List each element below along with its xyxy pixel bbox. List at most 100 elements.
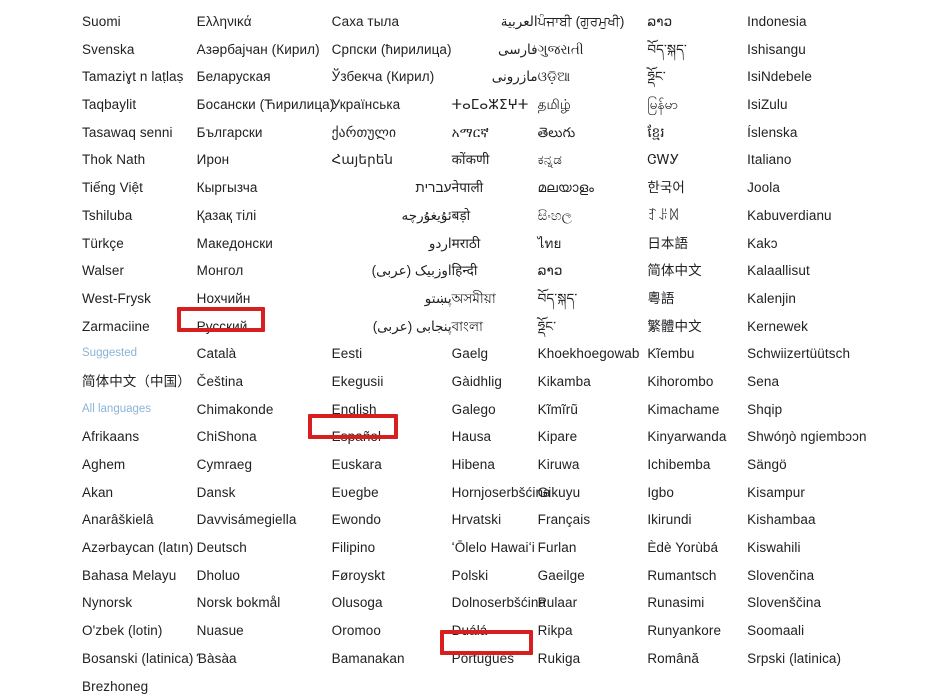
language-option[interactable]: Ɓàsàa (197, 645, 237, 673)
language-option[interactable]: Ўзбекча (Кирил) (332, 63, 435, 91)
language-option[interactable]: བོད་སྐད་ (647, 36, 687, 64)
language-option[interactable]: Føroyskt (332, 562, 385, 590)
language-option[interactable]: ខ្មែរ (647, 119, 664, 147)
language-option[interactable]: پنجابی (عربی) (332, 313, 452, 341)
language-option[interactable]: ཧྡོང་ (538, 313, 557, 341)
language-option[interactable]: ئۇيغۇرچە (332, 202, 452, 230)
language-option[interactable]: پښتو (332, 285, 452, 313)
language-option[interactable]: Tiếng Việt (82, 174, 143, 202)
language-option[interactable]: አማርኛ (452, 119, 489, 147)
language-option[interactable]: Ekegusii (332, 368, 384, 396)
language-option[interactable]: Español (332, 423, 382, 451)
language-option[interactable]: Hausa (452, 423, 492, 451)
language-option[interactable]: Kĩembu (647, 340, 694, 368)
language-option[interactable]: Duálá (452, 617, 488, 645)
language-option[interactable]: Tamaziɣt n laṭlaṣ (82, 63, 184, 91)
language-option[interactable]: ཧྡོང་ (647, 63, 666, 91)
language-option[interactable]: Walser (82, 257, 124, 285)
language-option[interactable]: कोंकणी (452, 146, 490, 174)
language-option[interactable]: 繁體中文 (647, 313, 701, 341)
language-option[interactable]: हिन्दी (452, 257, 478, 285)
language-option[interactable]: Қазақ тілі (197, 202, 257, 230)
language-option[interactable]: Kinyarwanda (647, 423, 726, 451)
language-option[interactable]: Монгол (197, 257, 244, 285)
language-option[interactable]: Indonesia (747, 8, 806, 36)
language-option[interactable]: Français (538, 506, 591, 534)
language-option[interactable]: Gàidhlig (452, 368, 502, 396)
language-option[interactable]: ગુજરાતી (538, 36, 584, 64)
language-option[interactable]: Dolnoserbšćina (452, 589, 546, 617)
language-option[interactable]: O'zbek (lotin) (82, 617, 163, 645)
language-option[interactable]: Кыргызча (197, 174, 258, 202)
language-option[interactable]: Eesti (332, 340, 363, 368)
language-option[interactable]: Shqip (747, 396, 782, 424)
language-option[interactable]: Kisampur (747, 479, 805, 507)
language-option[interactable]: Հայերեն (332, 146, 393, 174)
language-option[interactable]: 한국어 (647, 174, 685, 202)
language-option[interactable]: IsiNdebele (747, 63, 812, 91)
language-option[interactable]: Ikirundi (647, 506, 691, 534)
language-option[interactable]: العربية (452, 8, 538, 36)
language-option[interactable]: Ewondo (332, 506, 381, 534)
language-option[interactable]: Furlan (538, 534, 577, 562)
language-option[interactable]: ລາວ (647, 8, 672, 36)
language-option[interactable]: ଓଡ଼ିଆ (538, 63, 571, 91)
language-option[interactable]: Thok Nath (82, 146, 145, 174)
language-option[interactable]: Rumantsch (647, 562, 716, 590)
language-option[interactable]: ꆈꌠ꒿ (647, 202, 679, 230)
language-option[interactable]: Akan (82, 479, 113, 507)
language-option[interactable]: Kĩmĩrũ (538, 396, 578, 424)
language-option[interactable]: ಕನ್ನಡ (538, 146, 562, 174)
language-option[interactable]: Runyankore (647, 617, 721, 645)
language-option[interactable]: 简体中文 (647, 257, 701, 285)
language-option[interactable]: 日本語 (647, 230, 688, 258)
language-option[interactable]: Gaelg (452, 340, 489, 368)
language-option[interactable]: Kihorombo (647, 368, 713, 396)
language-option[interactable]: Српски (ћирилица) (332, 36, 452, 64)
language-option[interactable]: Bosanski (latinica) (82, 645, 193, 673)
language-option[interactable]: Nuasue (197, 617, 244, 645)
language-option[interactable]: Kipare (538, 423, 578, 451)
language-option[interactable]: ᏣᎳᎩ (647, 146, 679, 174)
language-option[interactable]: Türkçe (82, 230, 124, 258)
language-option[interactable]: Gikuyu (538, 479, 581, 507)
language-option[interactable]: مازرونی (452, 63, 538, 91)
language-option[interactable]: Kalenjin (747, 285, 796, 313)
language-option[interactable]: తెలుగు (538, 119, 576, 147)
language-option[interactable]: Kiruwa (538, 451, 580, 479)
language-option[interactable]: Davvisámegiella (197, 506, 297, 534)
language-option[interactable]: ਪੰਜਾਬੀ (ਗੁਰਮੁਖੀ) (538, 8, 625, 36)
language-option[interactable]: Bamanakan (332, 645, 405, 673)
language-option[interactable]: தமிழ் (538, 91, 571, 119)
language-option[interactable]: Kalaallisut (747, 257, 810, 285)
language-option[interactable]: ʻŌlelo Hawaiʻi (452, 534, 535, 562)
language-option[interactable]: Hornjoserbšćina (452, 479, 551, 507)
language-option[interactable]: Italiano (747, 146, 791, 174)
language-option[interactable]: Slovenčina (747, 562, 814, 590)
language-option[interactable]: Čeština (197, 368, 243, 396)
language-option[interactable]: Runasimi (647, 589, 704, 617)
language-option[interactable]: עברית (332, 174, 452, 202)
language-option[interactable]: 粵語 (647, 285, 674, 313)
language-option[interactable]: Euskara (332, 451, 382, 479)
language-option[interactable]: Română (647, 645, 699, 673)
language-option[interactable]: Shwóŋò ngiembɔɔn (747, 423, 866, 451)
language-option[interactable]: Azərbaycan (latın) (82, 534, 193, 562)
language-option[interactable]: Khoekhoegowab (538, 340, 640, 368)
language-option[interactable]: Ishisangu (747, 36, 806, 64)
language-option[interactable]: Hrvatski (452, 506, 502, 534)
language-option[interactable]: Dansk (197, 479, 236, 507)
language-option[interactable]: Português (452, 645, 514, 673)
language-option[interactable]: Aghem (82, 451, 125, 479)
language-option[interactable]: ລາວ (538, 257, 563, 285)
language-option[interactable]: Brezhoneg (82, 673, 148, 700)
language-option[interactable]: བོད་སྐད་ (538, 285, 578, 313)
language-option[interactable]: Taqbaylit (82, 91, 136, 119)
language-option[interactable]: बड़ो (452, 202, 471, 230)
language-option[interactable]: Sena (747, 368, 779, 396)
language-option[interactable]: Rukiga (538, 645, 581, 673)
language-option[interactable]: Азәрбајчан (Кирил) (197, 36, 320, 64)
language-option[interactable]: Kernewek (747, 313, 808, 341)
language-option[interactable]: Slovenščina (747, 589, 821, 617)
language-option[interactable]: English (332, 396, 377, 424)
